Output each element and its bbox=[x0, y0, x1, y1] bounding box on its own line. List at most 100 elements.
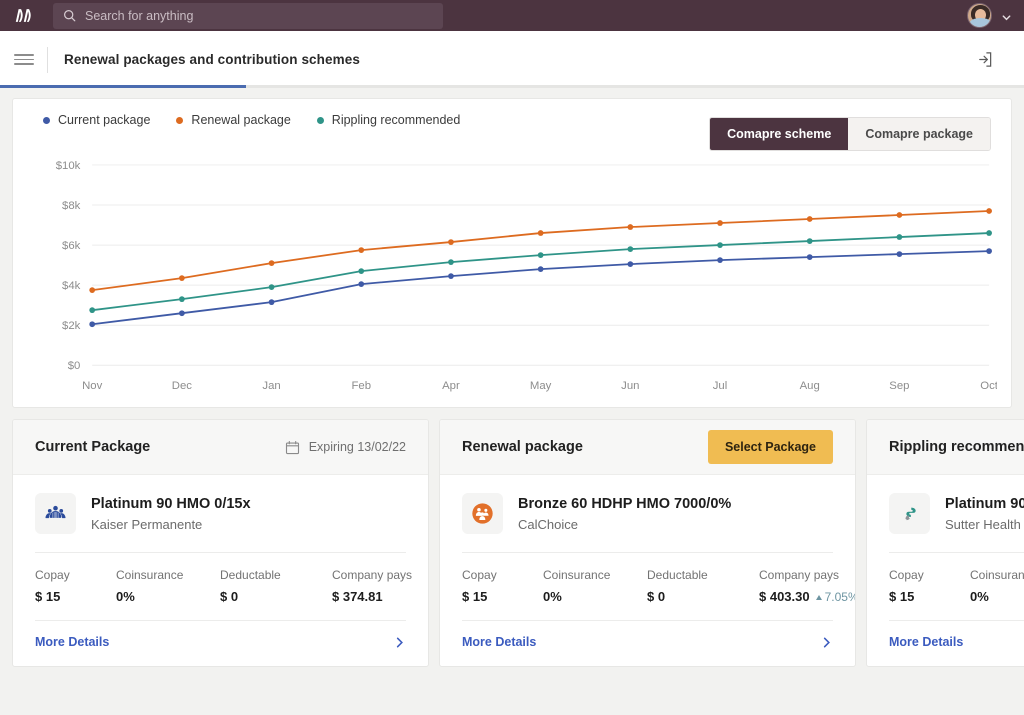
more-details-link[interactable]: More Details bbox=[35, 635, 109, 649]
plan-summary: Platinum 90 HMO 0/15x Kaiser Permanente bbox=[35, 493, 406, 552]
toggle-comapre-package[interactable]: Comapre package bbox=[848, 118, 990, 150]
more-details-row[interactable]: More Details bbox=[35, 621, 406, 666]
chart-view-toggle[interactable]: Comapre scheme Comapre package bbox=[709, 117, 991, 151]
svg-text:$2k: $2k bbox=[62, 320, 81, 332]
legend-color-dot bbox=[176, 116, 184, 124]
more-details-link[interactable]: More Details bbox=[889, 635, 963, 649]
plan-summary: Bronze 60 HDHP HMO 7000/0% CalChoice bbox=[462, 493, 833, 552]
stat-value: $ 0 bbox=[220, 589, 239, 604]
svg-text:May: May bbox=[530, 380, 552, 392]
svg-text:Jul: Jul bbox=[713, 380, 728, 392]
topbar-user-menu[interactable] bbox=[967, 3, 1012, 28]
expiry-text: Expiring 13/02/22 bbox=[308, 440, 406, 454]
calchoice-logo-icon bbox=[462, 493, 503, 534]
expiry-info: Expiring 13/02/22 bbox=[285, 440, 406, 455]
package-card-header: Renewal package Select Package bbox=[440, 420, 855, 475]
legend-label: Current package bbox=[58, 113, 151, 127]
rippling-logo-icon[interactable] bbox=[8, 0, 46, 31]
legend-item[interactable]: Current package bbox=[43, 113, 150, 127]
more-details-link[interactable]: More Details bbox=[462, 635, 536, 649]
stat-label: Company pays bbox=[759, 568, 840, 582]
chevron-right-icon[interactable] bbox=[393, 636, 406, 649]
stat-copay: Copay $ 15 bbox=[462, 568, 543, 604]
legend-label: Rippling recommended bbox=[331, 113, 461, 127]
svg-text:Jun: Jun bbox=[621, 380, 639, 392]
package-card-header: Rippling recommended bbox=[867, 420, 1024, 475]
package-stats: Copay$ 15Coinsurance0%Deductable$ 0Compa… bbox=[889, 553, 1024, 620]
kaiser-permanente-logo-icon bbox=[35, 493, 76, 534]
stat-deductable: Deductable $ 0 bbox=[647, 568, 759, 604]
stat-label: Coinsurance bbox=[116, 568, 184, 582]
svg-text:Dec: Dec bbox=[172, 380, 192, 392]
sutter-health-logo-icon bbox=[889, 493, 930, 534]
legend-color-dot bbox=[43, 116, 50, 124]
stat-label: Coinsurance bbox=[970, 568, 1024, 582]
svg-text:$8k: $8k bbox=[62, 200, 81, 212]
stat-value: 0% bbox=[970, 589, 989, 604]
plan-name: Platinum 90 HMO 0/15x bbox=[945, 495, 1024, 512]
package-card-body: Bronze 60 HDHP HMO 7000/0% CalChoice Copay… bbox=[440, 475, 855, 666]
svg-text:Feb: Feb bbox=[351, 380, 371, 392]
stat-label: Deductable bbox=[647, 568, 708, 582]
svg-text:Aug: Aug bbox=[800, 380, 820, 392]
svg-text:Apr: Apr bbox=[442, 380, 460, 392]
stat-value: $ 374.81 bbox=[332, 589, 383, 604]
stat-label: Copay bbox=[35, 568, 70, 582]
legend-item[interactable]: Rippling recommended bbox=[316, 113, 461, 127]
stat-copay: Copay $ 15 bbox=[889, 568, 970, 604]
exit-logout-icon[interactable] bbox=[976, 51, 993, 68]
stat-coinsurance: Coinsurance 0% bbox=[116, 568, 220, 604]
stat-value: $ 403.30 7.05% bbox=[759, 589, 855, 604]
svg-text:Jan: Jan bbox=[262, 380, 280, 392]
plan-summary: Platinum 90 HMO 0/15x Sutter Health bbox=[889, 493, 1024, 552]
hamburger-menu-icon[interactable] bbox=[14, 54, 34, 65]
page-progress-bar bbox=[0, 85, 1024, 88]
svg-text:$6k: $6k bbox=[62, 240, 81, 252]
package-stats: Copay$ 15Coinsurance0%Deductable$ 0Compa… bbox=[462, 553, 855, 620]
legend-item[interactable]: Renewal package bbox=[176, 113, 291, 127]
header-divider bbox=[47, 46, 48, 73]
search-input[interactable] bbox=[85, 8, 433, 23]
svg-text:Nov: Nov bbox=[82, 380, 102, 392]
stat-coinsurance: Coinsurance 0% bbox=[970, 568, 1024, 604]
svg-text:Sep: Sep bbox=[889, 380, 909, 392]
select-package-button[interactable]: Select Package bbox=[707, 430, 833, 464]
plan-carrier: Kaiser Permanente bbox=[91, 517, 203, 533]
stat-value: 0% bbox=[116, 589, 135, 604]
plan-name: Bronze 60 HDHP HMO 7000/0% bbox=[518, 495, 732, 512]
stat-deductable: Deductable $ 0 bbox=[220, 568, 332, 604]
more-details-row[interactable]: More Details bbox=[462, 621, 833, 666]
page-header: Renewal packages and contribution scheme… bbox=[0, 31, 1024, 88]
package-card-title: Current Package bbox=[35, 439, 151, 455]
svg-text:$4k: $4k bbox=[62, 280, 81, 292]
trend-up-icon bbox=[815, 595, 822, 600]
stat-company-pays: Company pays $ 374.81 bbox=[332, 568, 412, 604]
stat-copay: Copay $ 15 bbox=[35, 568, 116, 604]
comparison-chart-card: Current package Renewal package Rippling r… bbox=[12, 98, 1012, 408]
avatar[interactable] bbox=[967, 3, 992, 28]
page-title: Renewal packages and contribution scheme… bbox=[64, 52, 360, 67]
more-details-row[interactable]: More Details bbox=[889, 621, 1024, 666]
chart-plot-area: $10k $8k $6k $4k $2k $0 Nov Dec Jan Feb Apr May Jun J… bbox=[27, 157, 997, 399]
package-card-title: Rippling recommended bbox=[889, 439, 1024, 455]
chevron-down-icon[interactable] bbox=[1001, 10, 1012, 21]
plan-carrier: CalChoice bbox=[518, 517, 578, 533]
stat-company-pays: Company pays $ 403.30 7.05% bbox=[759, 568, 855, 604]
stat-label: Coinsurance bbox=[543, 568, 611, 582]
package-card-title: Renewal package bbox=[462, 439, 583, 455]
calendar-icon bbox=[285, 440, 300, 455]
toggle-comapre-scheme[interactable]: Comapre scheme bbox=[710, 118, 849, 150]
stat-coinsurance: Coinsurance 0% bbox=[543, 568, 647, 604]
stat-label: Deductable bbox=[220, 568, 281, 582]
plan-name: Platinum 90 HMO 0/15x bbox=[91, 495, 251, 512]
legend-label: Renewal package bbox=[191, 113, 291, 127]
package-card-body: Platinum 90 HMO 0/15x Kaiser Permanente Co… bbox=[13, 475, 428, 666]
package-stats: Copay $ 15 Coinsurance 0% Deductable $ 0 Compa… bbox=[35, 553, 412, 620]
search-bar[interactable] bbox=[53, 2, 443, 29]
package-card: Rippling recommended Platinum 90 HMO 0/15… bbox=[866, 419, 1024, 667]
stat-value: $ 15 bbox=[35, 589, 61, 604]
legend-color-dot bbox=[316, 116, 324, 124]
chevron-right-icon[interactable] bbox=[820, 636, 833, 649]
package-card: Current Package Expiring 13/02/22 Platinum… bbox=[12, 419, 429, 667]
stat-value: $ 15 bbox=[462, 589, 488, 604]
